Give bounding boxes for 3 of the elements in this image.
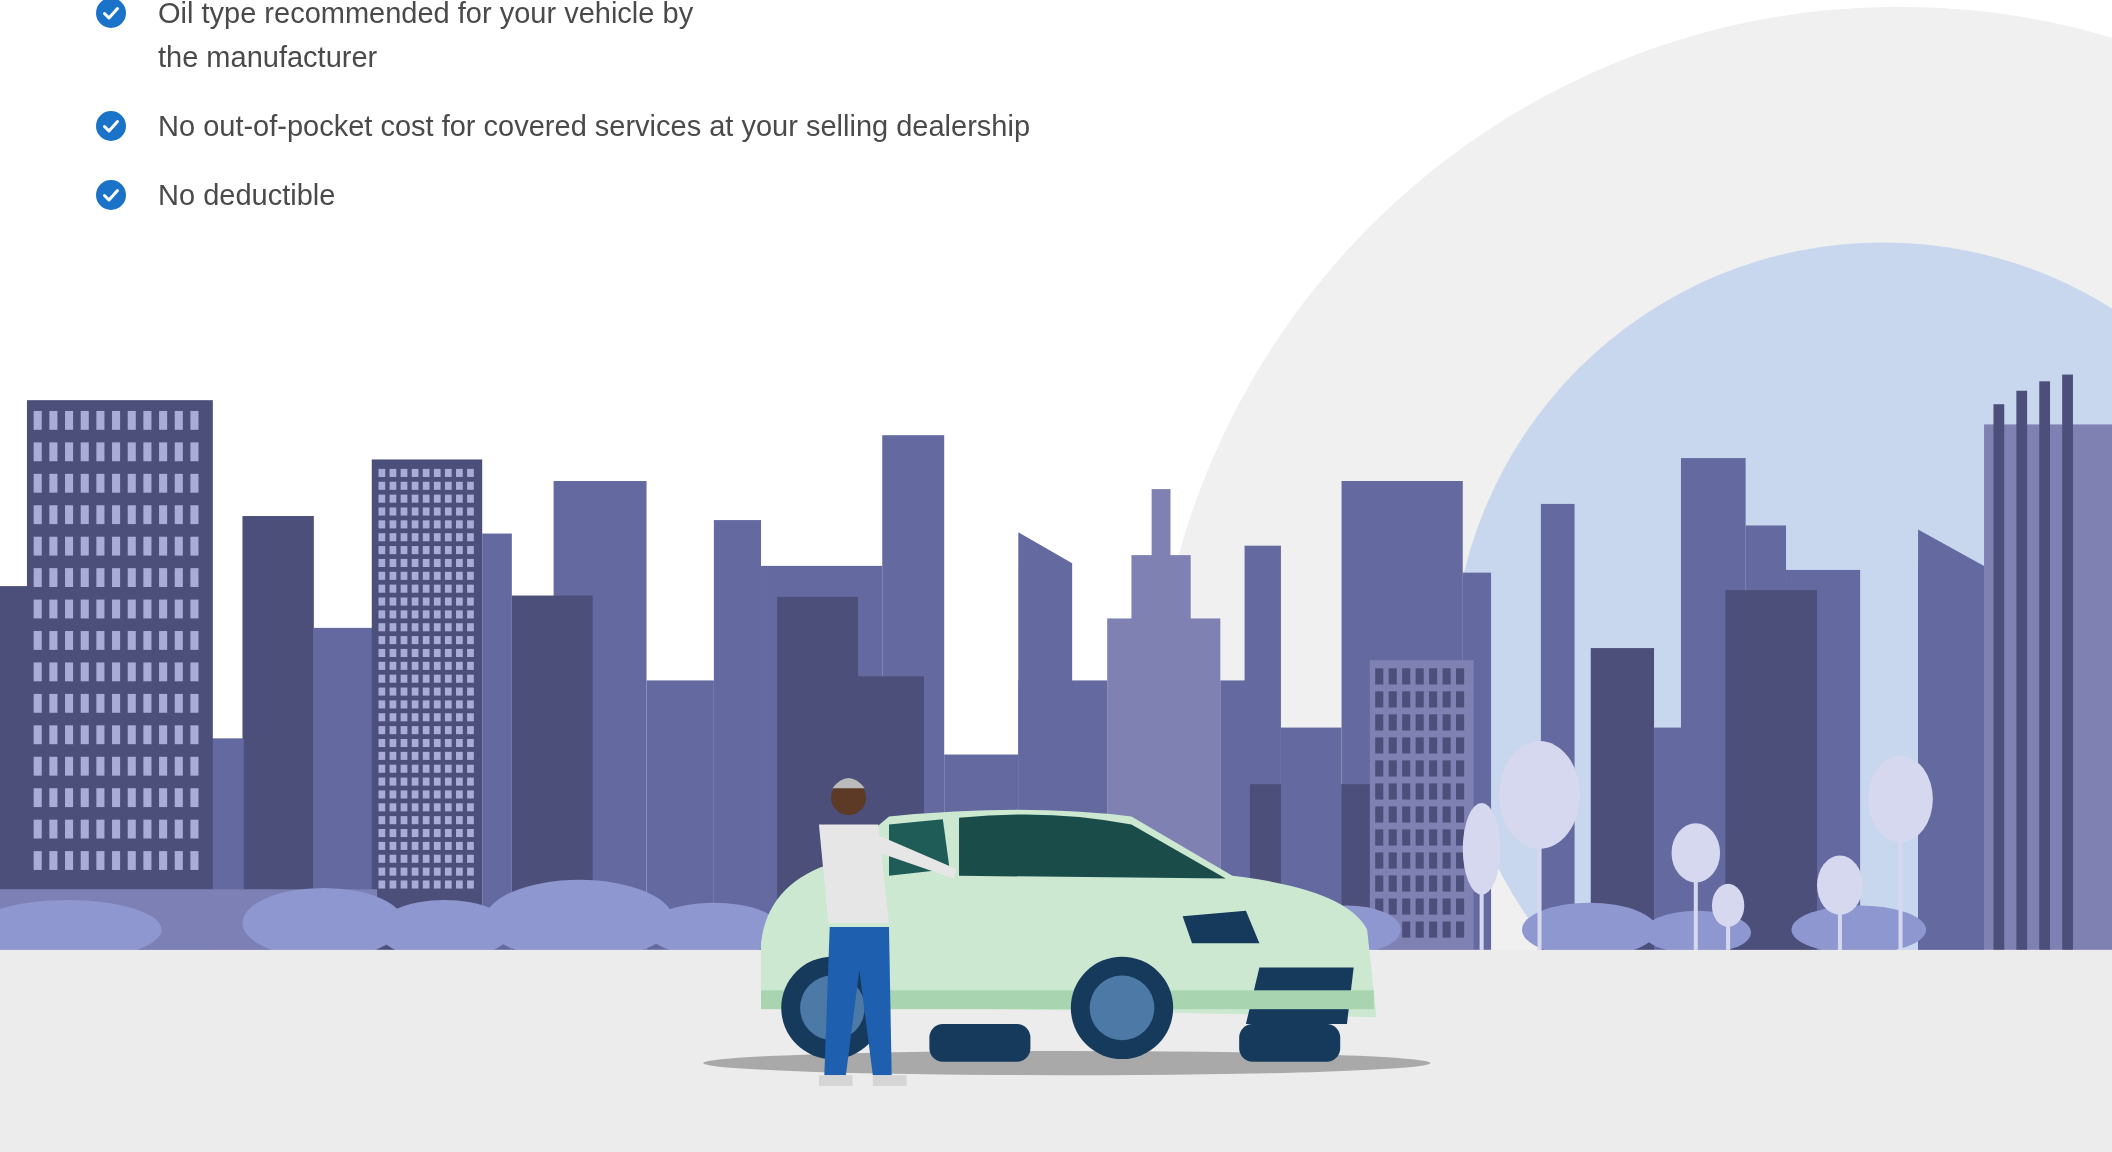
benefit-text: No deductible [158,178,336,213]
benefit-text: No out-of-pocket cost for covered services at your selling dealership [158,109,1031,144]
benefit-text: Oil type recommended for your vehicle by the manufacturer [158,0,694,75]
